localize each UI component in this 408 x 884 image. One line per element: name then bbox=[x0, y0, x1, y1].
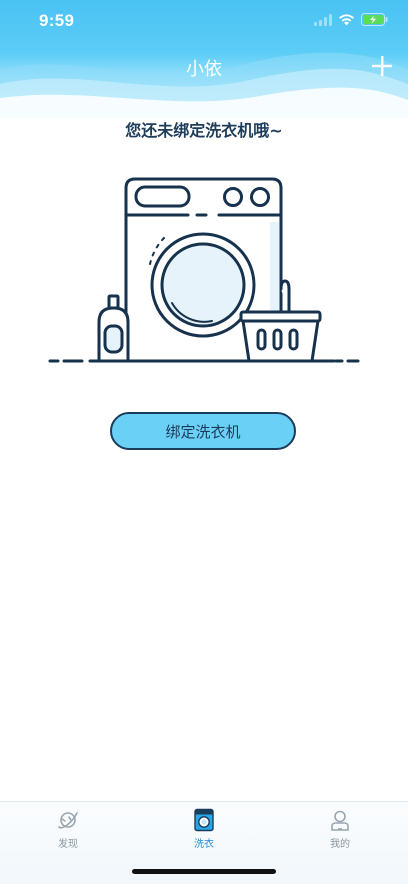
washing-machine-icon bbox=[194, 808, 214, 832]
header: 9:59 小依 bbox=[0, 0, 408, 118]
bind-washing-machine-button[interactable]: 绑定洗衣机 bbox=[110, 412, 296, 450]
add-device-button[interactable] bbox=[370, 54, 394, 78]
user-icon bbox=[331, 810, 349, 831]
empty-state-message: 您还未绑定洗衣机哦~ bbox=[125, 121, 283, 140]
cellular-signal-icon bbox=[314, 13, 332, 26]
tab-label: 洗衣 bbox=[194, 839, 214, 850]
washing-machine-illustration bbox=[48, 177, 360, 363]
status-time: 9:59 bbox=[39, 11, 75, 30]
tab-label: 我的 bbox=[330, 839, 350, 850]
home-indicator[interactable] bbox=[132, 869, 276, 874]
tab-mine[interactable]: 我的 bbox=[300, 808, 380, 856]
status-icons bbox=[314, 13, 388, 26]
nav-title: 小依 bbox=[186, 59, 222, 80]
tab-discover[interactable]: 发现 bbox=[28, 808, 108, 856]
battery-charging-icon bbox=[361, 13, 388, 26]
wifi-icon bbox=[339, 13, 354, 25]
planet-icon bbox=[58, 812, 78, 829]
plus-icon bbox=[372, 56, 392, 76]
tab-laundry[interactable]: 洗衣 bbox=[164, 808, 244, 856]
tab-label: 发现 bbox=[58, 839, 78, 850]
status-bar: 9:59 bbox=[0, 0, 408, 44]
